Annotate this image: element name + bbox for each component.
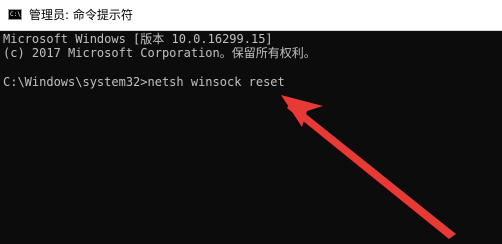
console-output[interactable]: Microsoft Windows [版本 10.0.16299.15] (c)… — [0, 31, 502, 244]
console-line-copyright: (c) 2017 Microsoft Corporation。保留所有权利。 — [3, 46, 316, 60]
cmd-window: C:\ 管理员: 命令提示符 Microsoft Windows [版本 10.… — [0, 0, 502, 244]
title-bar[interactable]: C:\ 管理员: 命令提示符 — [0, 0, 502, 31]
console-command-line[interactable]: C:\Windows\system32>netsh winsock reset — [3, 75, 285, 90]
console-line-version: Microsoft Windows [版本 10.0.16299.15] — [3, 32, 273, 46]
cmd-app-icon[interactable]: C:\ — [8, 9, 22, 20]
window-title: 管理员: 命令提示符 — [29, 8, 133, 22]
